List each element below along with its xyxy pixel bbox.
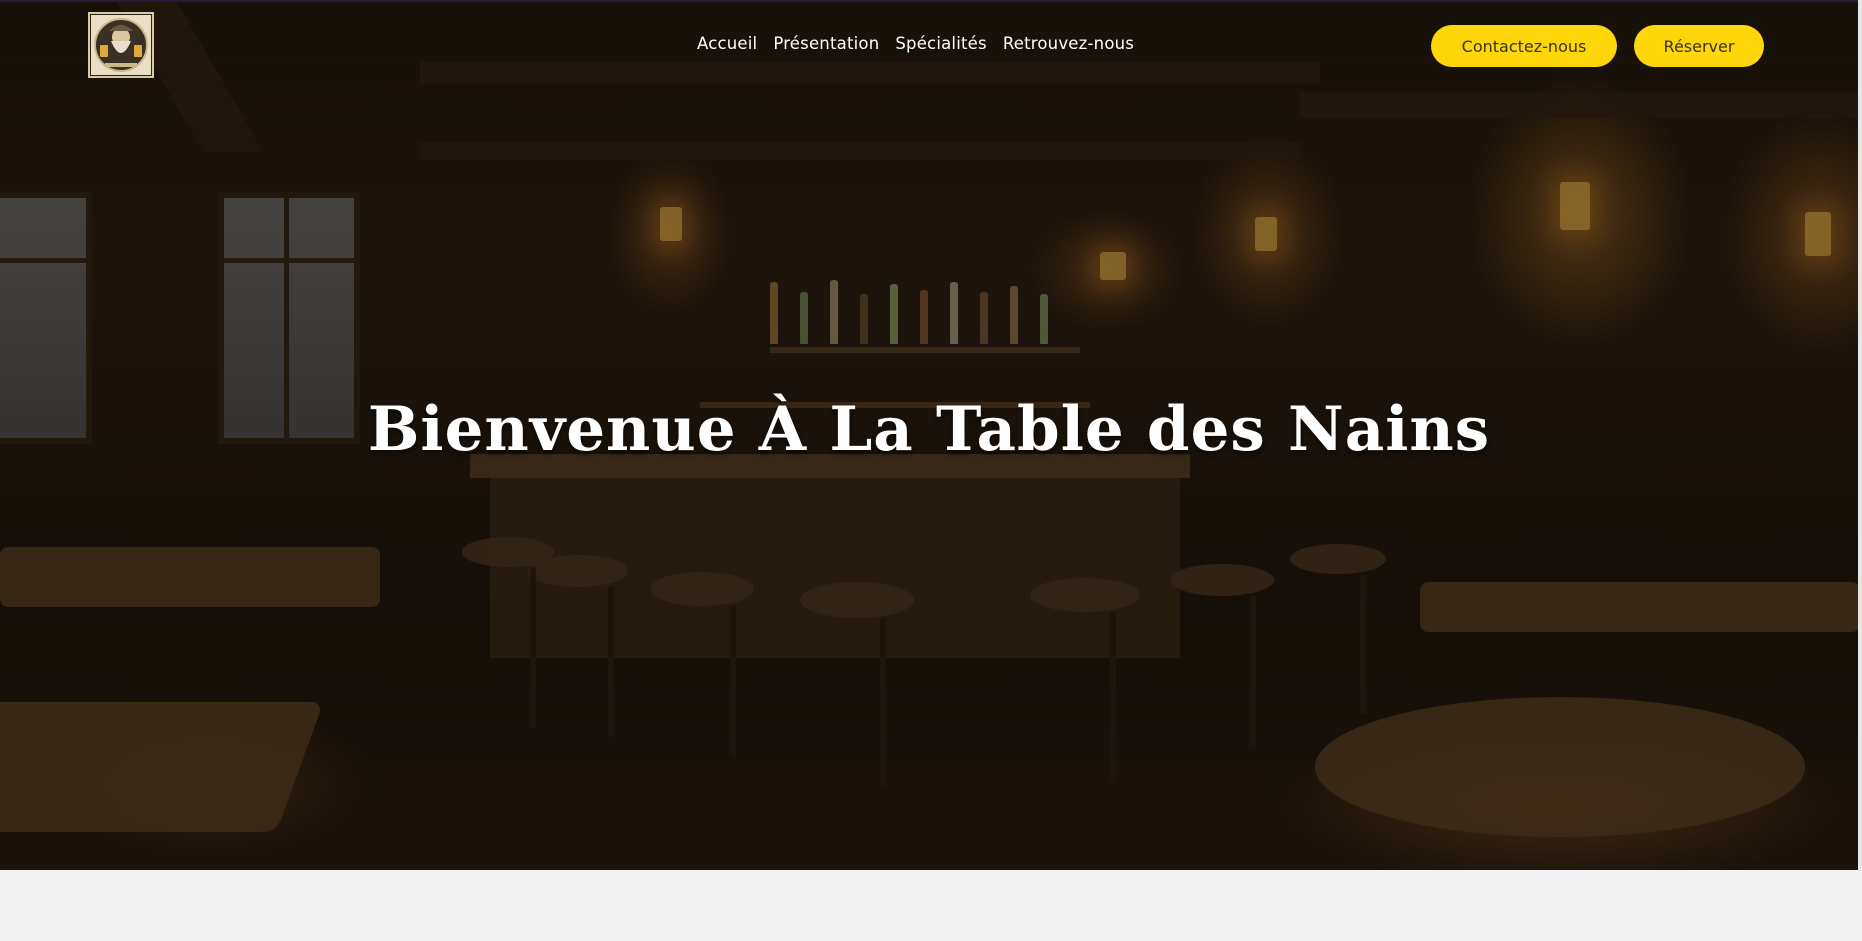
next-section [0,870,1862,941]
dwarf-tavern-logo-icon [91,15,151,75]
hero-section: Accueil Présentation Spécialités Retrouv… [0,0,1858,870]
hero-title: Bienvenue À La Table des Nains [367,394,1491,465]
main-nav: Accueil Présentation Spécialités Retrouv… [697,34,1134,53]
reserve-button[interactable]: Réserver [1634,25,1764,67]
page-edge [1858,0,1862,870]
contact-button[interactable]: Contactez-nous [1431,25,1617,67]
nav-link-presentation[interactable]: Présentation [773,34,879,53]
nav-link-retrouvez-nous[interactable]: Retrouvez-nous [1003,34,1134,53]
site-logo[interactable] [88,12,154,78]
nav-link-accueil[interactable]: Accueil [697,34,757,53]
nav-link-specialites[interactable]: Spécialités [895,34,986,53]
